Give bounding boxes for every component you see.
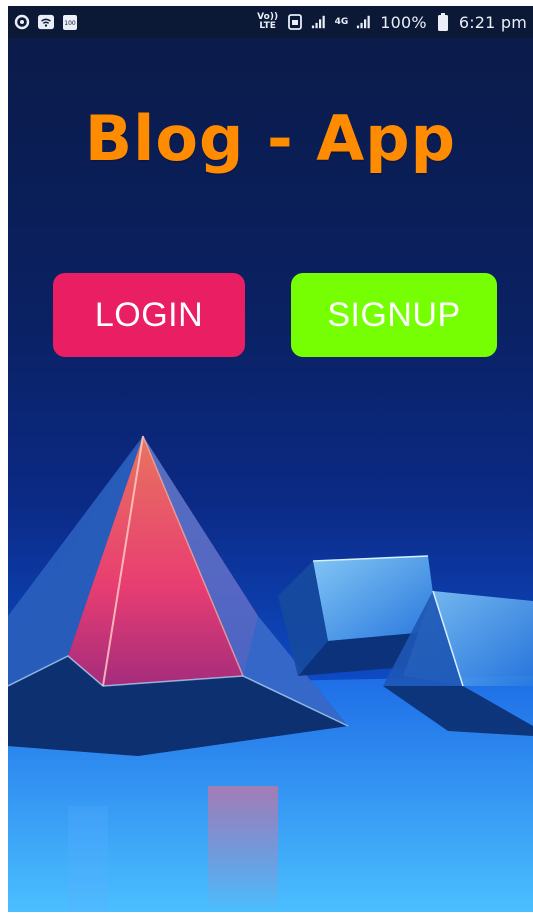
sim-icon (287, 14, 303, 30)
signal-4g-icon (356, 14, 372, 30)
signal-icon (311, 14, 327, 30)
battery-icon (435, 13, 451, 31)
battery-percent: 100% (380, 12, 427, 32)
sync-icon (14, 14, 30, 30)
battery-saver-label: 100 (64, 20, 76, 27)
wifi-icon (38, 14, 54, 30)
signup-button[interactable]: SIGNUP (291, 273, 497, 357)
status-time: 6:21 pm (458, 12, 527, 32)
status-bar: 100 Vo)) LTE 4G 100% 6:21 pm (8, 6, 533, 38)
login-button[interactable]: LOGIN (53, 273, 245, 357)
volte-icon: Vo)) LTE (257, 12, 279, 31)
app-screen: 100 Vo)) LTE 4G 100% 6:21 pm Blog - App … (8, 6, 533, 912)
signal-4g-label: 4G (334, 16, 349, 27)
status-bar-left: 100 (14, 14, 78, 30)
battery-saver-icon: 100 (62, 14, 78, 30)
status-bar-right: Vo)) LTE 4G 100% 6:21 pm (257, 13, 527, 32)
glass-prism-illustration (8, 435, 533, 912)
app-title: Blog - App (84, 102, 457, 175)
